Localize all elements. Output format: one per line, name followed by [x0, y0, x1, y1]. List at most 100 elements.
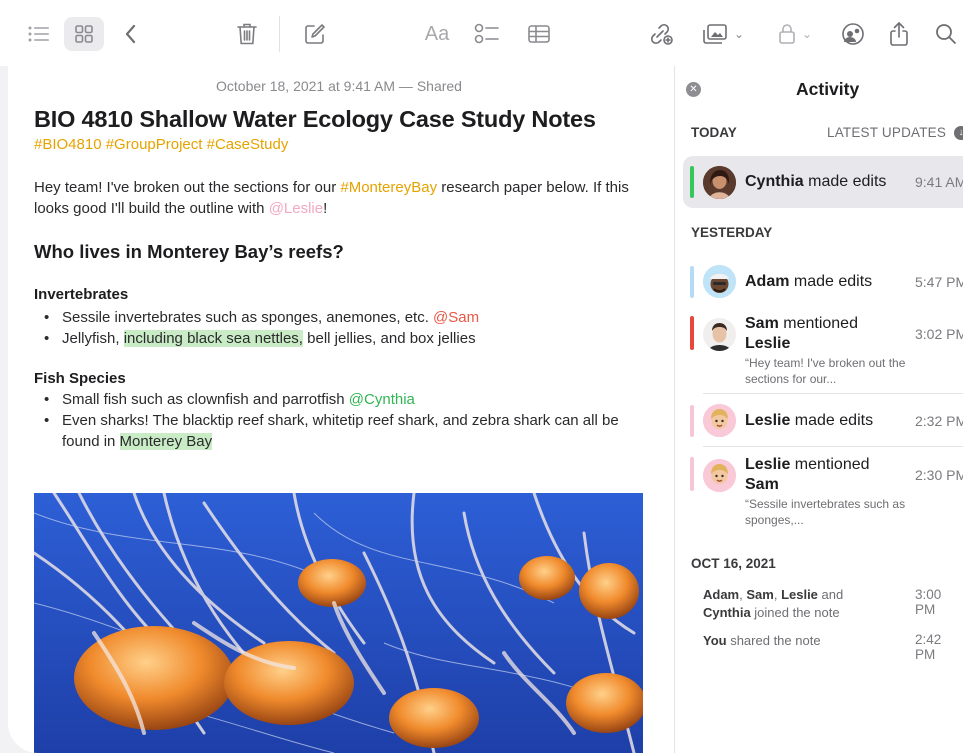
chevron-down-icon: ⌄: [733, 27, 745, 41]
avatar: [703, 265, 736, 298]
note-title[interactable]: BIO 4810 Shallow Water Ecology Case Stud…: [34, 106, 596, 133]
hashtag-link[interactable]: #MontereyBay: [340, 179, 437, 196]
activity-time: 3:00 PM: [915, 587, 942, 617]
activity-item-sam[interactable]: Sam mentioned Leslie “Hey team! I've brok…: [683, 314, 963, 386]
search-icon[interactable]: [932, 17, 960, 51]
activity-color-bar: [690, 316, 694, 350]
activity-text: Sam mentioned Leslie: [745, 314, 858, 354]
divider: [703, 446, 963, 447]
note-date: October 18, 2021 at 9:41 AM — Shared: [216, 78, 462, 94]
user-name: You: [703, 633, 727, 648]
share-icon[interactable]: [886, 17, 912, 51]
user-name: Sam: [746, 587, 774, 602]
panel-title: Activity: [796, 79, 860, 99]
separator-text: and: [817, 587, 844, 602]
user-name: Sam: [745, 315, 779, 332]
close-icon[interactable]: ✕: [686, 82, 701, 97]
section-today: TODAY: [691, 125, 737, 140]
trash-icon[interactable]: [232, 17, 262, 51]
intro-text: !: [323, 200, 328, 217]
latest-updates-button[interactable]: LATEST UPDATES: [827, 125, 946, 140]
list-item-text: Small fish such as clownfish and parrotf…: [62, 391, 349, 408]
user-name: Adam: [703, 587, 740, 602]
activity-quote: “Hey team! I've broken out the sections …: [745, 356, 906, 386]
divider: [703, 393, 963, 394]
subheading-invertebrates: Invertebrates: [34, 286, 129, 303]
activity-action: shared the note: [726, 633, 821, 648]
activity-color-bar: [690, 457, 694, 491]
collaborate-icon[interactable]: [838, 17, 868, 51]
mention-leslie[interactable]: @Leslie: [269, 200, 323, 217]
activity-time: 2:32 PM: [915, 413, 963, 429]
checklist-icon[interactable]: [472, 17, 502, 51]
user-name: Leslie: [781, 587, 818, 602]
activity-item-adam[interactable]: Adam made edits 5:47 PM: [683, 261, 963, 303]
user-name: Leslie: [745, 456, 791, 473]
activity-quote: “Sessile invertebrates such as sponges,.…: [745, 497, 906, 527]
list-item: Sessile invertebrates such as sponges, a…: [34, 307, 634, 328]
chevron-down-icon: ⌄: [801, 27, 813, 41]
subheading-fish-species: Fish Species: [34, 370, 126, 387]
mentioned-user: Leslie: [745, 335, 791, 352]
list-item: Small fish such as clownfish and parrotf…: [34, 389, 634, 410]
section-yesterday: YESTERDAY: [691, 225, 773, 240]
note-editor[interactable]: October 18, 2021 at 9:41 AM — Shared BIO…: [8, 66, 674, 753]
activity-item-cynthia[interactable]: Cynthia made edits 9:41 AM: [683, 156, 963, 208]
jellyfish-photo[interactable]: [34, 493, 643, 753]
list-item: Even sharks! The blacktip reef shark, wh…: [34, 410, 634, 452]
toolbar-separator: [279, 16, 280, 52]
activity-text: Leslie made edits: [745, 411, 873, 431]
activity-time: 9:41 AM: [915, 174, 963, 190]
invertebrates-list: Sessile invertebrates such as sponges, a…: [34, 307, 634, 349]
section-heading: Who lives in Monterey Bay’s reefs?: [34, 241, 344, 262]
intro-paragraph[interactable]: Hey team! I've broken out the sections f…: [34, 177, 634, 219]
user-name: Adam: [745, 273, 790, 290]
format-label: Aa: [424, 22, 450, 45]
toolbar: Aa ⌄ ⌄: [0, 0, 963, 66]
list-item: Jellyfish, including black sea nettles, …: [34, 328, 634, 349]
fish-list: Small fish such as clownfish and parrotf…: [34, 389, 634, 452]
activity-color-bar: [690, 166, 694, 198]
avatar: [703, 166, 736, 199]
list-item-text: bell jellies, and box jellies: [302, 330, 476, 347]
intro-text: Hey team! I've broken out the sections f…: [34, 179, 341, 196]
list-item-text: Jellyfish,: [62, 330, 124, 347]
mention-cynthia[interactable]: @Cynthia: [349, 391, 415, 408]
highlighted-text: Monterey Bay: [119, 433, 213, 450]
activity-text: Leslie mentioned Sam: [745, 455, 870, 495]
latest-updates-icon[interactable]: ↓: [954, 126, 963, 140]
activity-time: 3:02 PM: [915, 326, 963, 342]
note-hashtags[interactable]: #BIO4810 #GroupProject #CaseStudy: [34, 136, 288, 153]
share-link-icon[interactable]: [646, 17, 676, 51]
avatar: [703, 318, 736, 351]
compose-icon[interactable]: [300, 17, 330, 51]
mentioned-user: Sam: [745, 476, 779, 493]
activity-action: made edits: [789, 273, 873, 290]
gallery-view-icon[interactable]: [64, 17, 104, 51]
activity-time: 5:47 PM: [915, 274, 963, 290]
format-icon[interactable]: Aa: [420, 17, 454, 51]
activity-action: mentioned: [790, 456, 870, 473]
activity-panel: ✕ Activity TODAY LATEST UPDATES ↓ Cynthi…: [674, 66, 963, 753]
highlighted-text: including black sea nettles,: [123, 330, 303, 347]
separator-text: ,: [773, 587, 782, 602]
activity-shared[interactable]: You shared the note: [703, 632, 821, 650]
table-icon[interactable]: [524, 17, 554, 51]
user-name: Cynthia: [703, 605, 751, 620]
activity-joined[interactable]: Adam, Sam, Leslie and Cynthia joined the …: [703, 586, 903, 622]
activity-time: 2:30 PM: [915, 467, 963, 483]
user-name: Cynthia: [745, 173, 804, 190]
back-icon[interactable]: [118, 17, 142, 51]
avatar: [703, 404, 736, 437]
activity-action: mentioned: [778, 315, 858, 332]
list-item-text: Sessile invertebrates such as sponges, a…: [62, 309, 434, 326]
avatar: [703, 459, 736, 492]
lock-icon[interactable]: ⌄: [772, 17, 818, 51]
mention-sam[interactable]: @Sam: [433, 309, 479, 326]
activity-item-leslie-mention[interactable]: Leslie mentioned Sam “Sessile invertebrat…: [683, 455, 963, 527]
list-view-icon[interactable]: [22, 17, 56, 51]
activity-action: made edits: [803, 173, 887, 190]
activity-item-leslie[interactable]: Leslie made edits 2:32 PM: [683, 400, 963, 442]
user-name: Leslie: [745, 412, 791, 429]
attachment-icon[interactable]: ⌄: [698, 17, 748, 51]
